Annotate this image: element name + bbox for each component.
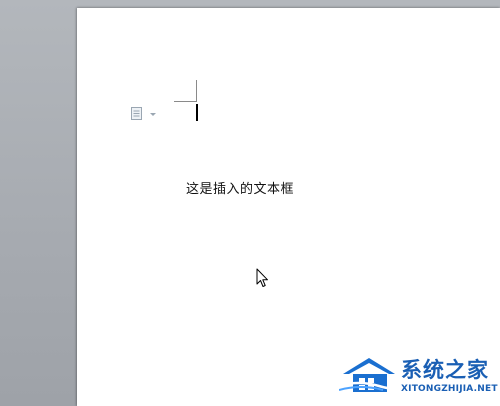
paste-options-icon[interactable] <box>130 106 158 120</box>
margin-corner-mark-vertical <box>196 80 197 102</box>
house-logo-icon <box>338 356 403 396</box>
inserted-textbox-text[interactable]: 这是插入的文本框 <box>186 178 294 197</box>
watermark-title: 系统之家 <box>401 358 489 382</box>
mouse-pointer-icon <box>256 268 270 288</box>
margin-corner-mark-horizontal <box>174 101 197 102</box>
watermark-url: XITONGZHIJIA.NET <box>401 384 498 394</box>
site-watermark: 系统之家 XITONGZHIJIA.NET <box>338 354 497 400</box>
text-insertion-cursor <box>196 104 198 121</box>
document-page[interactable] <box>77 8 500 406</box>
